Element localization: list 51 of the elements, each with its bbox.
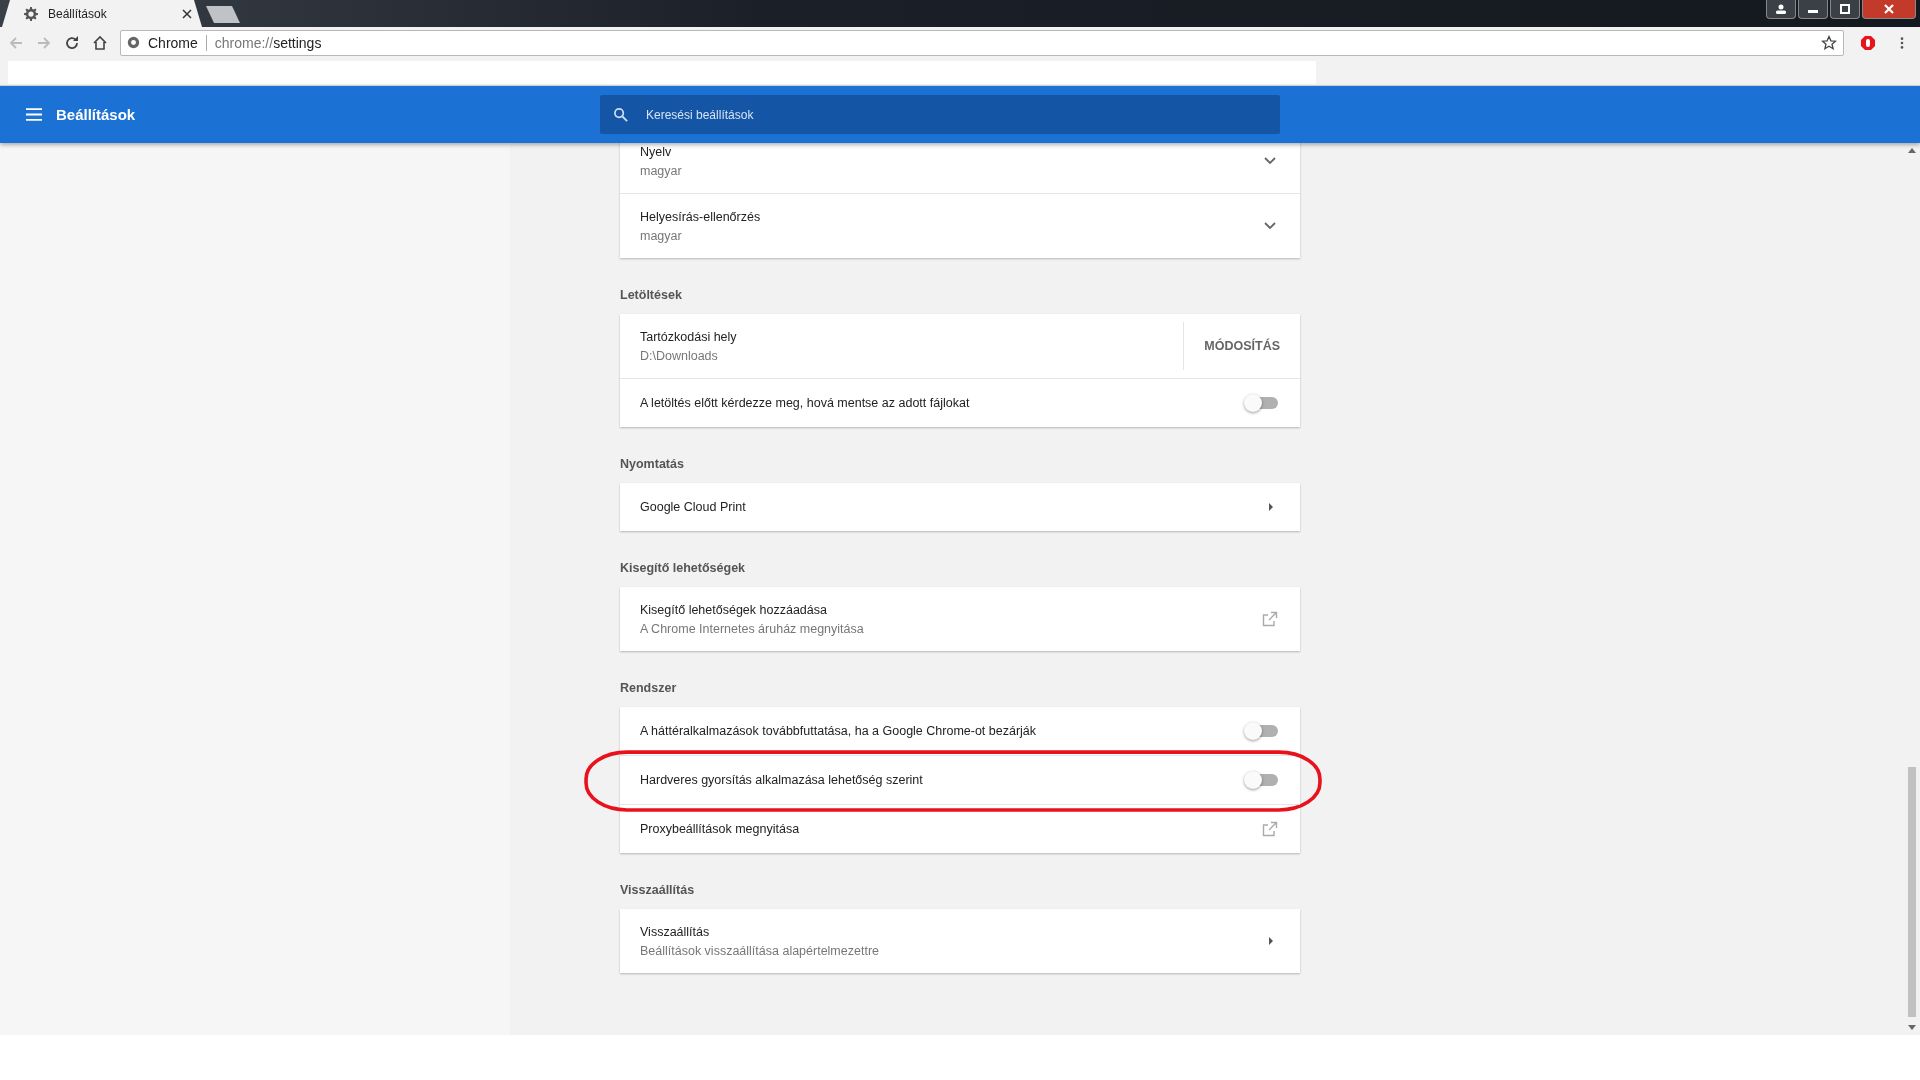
more-menu-icon[interactable] [1900, 35, 1904, 50]
section-heading: Letöltések [620, 287, 683, 304]
scroll-up-icon[interactable] [1907, 148, 1916, 153]
toggle-switch[interactable] [1244, 722, 1278, 740]
arrow-right-icon[interactable] [1268, 502, 1274, 512]
section-heading: Visszaállítás [620, 882, 696, 899]
section-heading: Kisegítő lehetőségek [620, 560, 747, 577]
setting-label: Helyesírás-ellenőrzés [640, 209, 762, 224]
new-tab-button[interactable] [206, 6, 240, 23]
scrollbar-thumb[interactable] [1907, 767, 1916, 1017]
arrow-right-icon[interactable] [1268, 936, 1274, 946]
maximize-button[interactable] [1830, 0, 1860, 19]
home-icon[interactable] [92, 34, 108, 51]
close-icon[interactable] [182, 8, 192, 19]
setting-label: Google Cloud Print [640, 500, 747, 514]
setting-label: Hardveres gyorsítás alkalmazása lehetőség szerint [640, 773, 924, 787]
setting-value: Beállítások visszaállítása alapértelmezettre [640, 943, 880, 958]
setting-value: D:\Downloads [640, 348, 719, 363]
browser-tab[interactable]: Beállítások [2, 0, 202, 27]
toggle-switch[interactable] [1244, 394, 1278, 412]
setting-label: Proxybeállítások megnyitása [640, 822, 801, 836]
section-heading: Nyomtatás [620, 456, 685, 473]
chevron-down-icon[interactable] [1264, 157, 1276, 165]
chrome-page-icon [127, 36, 140, 49]
setting-label: Visszaállítás [640, 924, 711, 939]
profile-icon[interactable] [1766, 0, 1796, 19]
setting-label: Tartózkodási hely [640, 329, 738, 344]
address-bar[interactable]: Chrome chrome://settings [120, 29, 1844, 56]
maximize-icon[interactable] [1839, 4, 1851, 14]
chevron-down-icon[interactable] [1264, 222, 1276, 230]
setting-value: magyar [640, 228, 683, 243]
toggle-switch[interactable] [1244, 771, 1278, 789]
setting-value: A Chrome Internetes áruház megnyitása [640, 621, 865, 636]
section-heading: Rendszer [620, 680, 678, 697]
page-title: Beállítások [56, 106, 137, 123]
gear-icon [24, 6, 38, 21]
minimize-button[interactable] [1798, 0, 1828, 19]
close-button[interactable] [1862, 0, 1916, 19]
scroll-down-icon[interactable] [1907, 1025, 1916, 1030]
setting-value: magyar [640, 163, 683, 178]
search-field[interactable]: Keresési beállítások [600, 95, 1280, 134]
menu-icon[interactable] [26, 108, 42, 121]
change-button[interactable]: MÓDOSÍTÁS [1204, 333, 1280, 359]
setting-label: Kisegítő lehetőségek hozzáadása [640, 602, 828, 617]
setting-label: Nyelv [640, 144, 673, 159]
setting-label: A letöltés előtt kérdezze meg, hová mentse az adott fájlokat [640, 396, 971, 410]
setting-label: A háttéralkalmazások továbbfuttatása, ha a Google Chrome-ot bezárják [640, 724, 1038, 738]
search-icon [613, 107, 628, 122]
reload-icon[interactable] [64, 34, 80, 51]
extension-icon[interactable] [1860, 34, 1876, 51]
bookmark-star-icon[interactable] [1821, 34, 1837, 51]
